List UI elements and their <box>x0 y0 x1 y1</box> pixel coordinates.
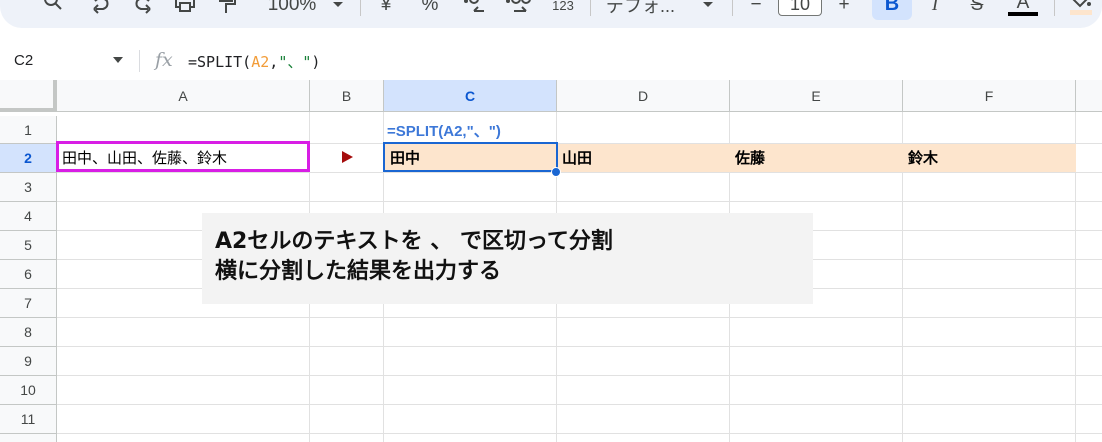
annotation-line-1: A2セルのテキストを 、 で区切って分割 <box>215 229 613 254</box>
cell-f2[interactable]: 鈴木 <box>908 143 938 172</box>
row-header-6[interactable]: 6 <box>0 260 57 289</box>
formula-bar-divider <box>139 50 140 72</box>
row-header-4[interactable]: 4 <box>0 202 57 231</box>
cell-d2[interactable]: 山田 <box>562 143 592 172</box>
formula-cell-reference: A2 <box>251 53 270 71</box>
toolbar: 100% ¥ % 123 デフォ... − 10 + B I S A <box>0 0 1102 30</box>
font-dropdown-icon[interactable] <box>700 0 716 18</box>
row-header-9[interactable]: 9 <box>0 347 57 376</box>
gridline <box>57 317 1102 318</box>
row-header-2[interactable]: 2 <box>0 144 57 173</box>
gridline <box>57 172 1102 173</box>
fx-icon: fx <box>155 49 173 71</box>
font-size-input[interactable]: 10 <box>778 0 822 16</box>
row-header-7[interactable]: 7 <box>0 289 57 318</box>
toolbar-divider <box>1054 0 1055 16</box>
undo-icon[interactable] <box>88 0 114 18</box>
paint-format-icon[interactable] <box>214 0 240 18</box>
column-header-d[interactable]: D <box>557 80 730 112</box>
increase-decimal-icon[interactable] <box>502 0 536 18</box>
fill-color-icon[interactable] <box>1066 0 1094 18</box>
formula-prefix: =SPLIT( <box>188 53 252 71</box>
toolbar-divider <box>360 0 361 16</box>
currency-format-button[interactable]: ¥ <box>376 0 396 18</box>
name-box[interactable]: C2 <box>14 52 33 69</box>
gridline <box>57 346 1102 347</box>
formula-bar: C2 fx =SPLIT(A2,"、") <box>0 44 1102 78</box>
row-header-overflow <box>0 434 57 442</box>
search-icon[interactable] <box>40 0 66 18</box>
text-color-button[interactable]: A <box>1006 0 1040 18</box>
percent-format-button[interactable]: % <box>418 0 442 18</box>
formula-input[interactable]: =SPLIT(A2,"、") <box>188 51 320 72</box>
cell-c1-formula-label[interactable]: =SPLIT(A2,"、") <box>387 117 501 143</box>
fill-handle[interactable] <box>551 167 561 177</box>
decrease-decimal-icon[interactable] <box>460 0 490 18</box>
source-cell-highlight-border <box>56 141 310 172</box>
active-cell-border <box>383 142 558 172</box>
row-header-1[interactable]: 1 <box>0 116 57 144</box>
gridline <box>57 201 1102 202</box>
select-all-corner[interactable] <box>0 80 57 112</box>
gridline <box>57 433 1102 434</box>
row-header-10[interactable]: 10 <box>0 376 57 405</box>
font-family-select[interactable]: デフォ... <box>606 0 686 18</box>
annotation-box: A2セルのテキストを 、 で区切って分割 横に分割した結果を出力する <box>202 213 813 304</box>
formula-suffix: ) <box>311 53 321 71</box>
arrow-right-icon <box>342 151 353 163</box>
formula-delimiter-string: "、" <box>278 53 312 71</box>
row-header-5[interactable]: 5 <box>0 231 57 260</box>
redo-icon[interactable] <box>130 0 156 18</box>
column-header-a[interactable]: A <box>57 80 310 112</box>
column-header-c[interactable]: C <box>384 80 557 112</box>
more-formats-button[interactable]: 123 <box>548 0 578 18</box>
column-header-f[interactable]: F <box>903 80 1076 112</box>
annotation-line-2: 横に分割した結果を出力する <box>215 259 502 284</box>
row-header-8[interactable]: 8 <box>0 318 57 347</box>
column-header-b[interactable]: B <box>310 80 384 112</box>
row-header-11[interactable]: 11 <box>0 405 57 434</box>
gridline <box>57 404 1102 405</box>
cell-e2[interactable]: 佐藤 <box>735 143 765 172</box>
bold-button[interactable]: B <box>872 0 912 20</box>
column-header-e[interactable]: E <box>730 80 903 112</box>
zoom-select[interactable]: 100% <box>262 0 322 18</box>
increase-font-size-button[interactable]: + <box>832 0 856 18</box>
toolbar-divider <box>590 0 591 16</box>
toolbar-divider <box>732 0 733 16</box>
name-box-dropdown-icon[interactable] <box>113 57 123 63</box>
text-color-swatch <box>1008 12 1038 16</box>
decrease-font-size-button[interactable]: − <box>744 0 768 18</box>
text-color-label: A <box>1016 0 1030 13</box>
strikethrough-button[interactable]: S <box>964 0 990 18</box>
print-icon[interactable] <box>172 0 198 18</box>
gridline <box>57 375 1102 376</box>
italic-button[interactable]: I <box>922 0 948 18</box>
column-header-overflow <box>1076 80 1102 112</box>
row-header-3[interactable]: 3 <box>0 173 57 202</box>
formula-comma: , <box>269 53 279 71</box>
zoom-dropdown-icon[interactable] <box>330 0 346 18</box>
